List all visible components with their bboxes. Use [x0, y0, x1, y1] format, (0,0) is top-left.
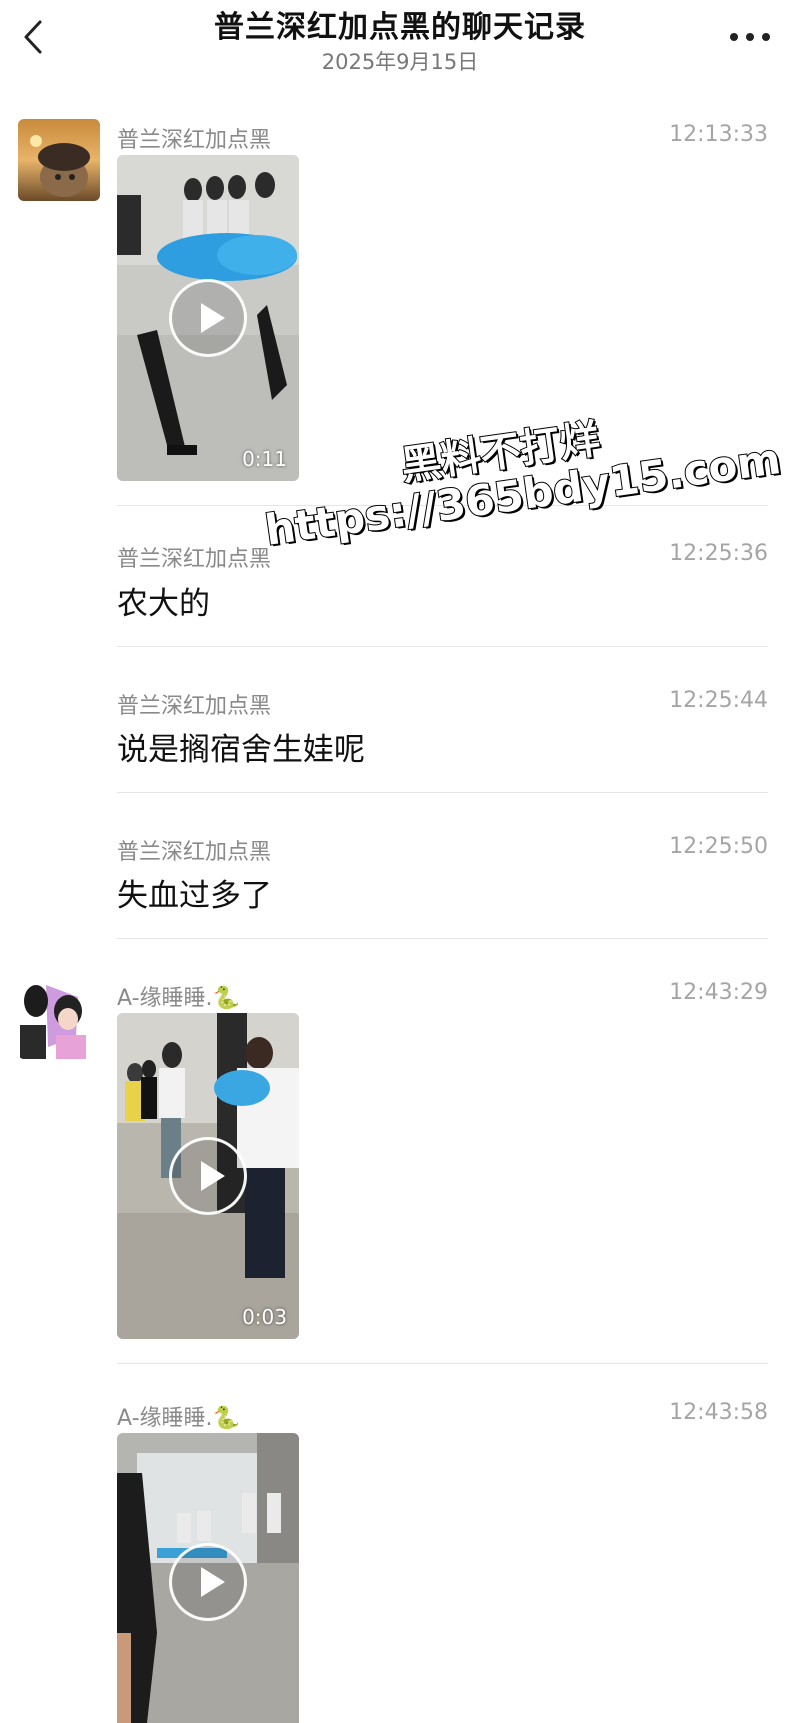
play-icon[interactable] — [169, 1137, 247, 1215]
page-title: 普兰深红加点黑的聊天记录 — [214, 10, 586, 45]
message-text: 农大的 — [117, 586, 210, 622]
divider — [117, 1363, 768, 1364]
avatar[interactable] — [18, 977, 100, 1059]
sender-name: 普兰深红加点黑 — [117, 128, 272, 153]
message-time: 12:43:29 — [669, 980, 768, 1005]
play-icon[interactable] — [169, 1543, 247, 1621]
divider — [117, 792, 768, 793]
play-icon[interactable] — [169, 279, 247, 357]
divider — [117, 646, 768, 647]
video-duration: 0:11 — [242, 447, 287, 471]
more-button[interactable] — [730, 22, 770, 52]
video-duration: 0:03 — [242, 1305, 287, 1329]
avatar[interactable] — [18, 119, 100, 201]
message-time: 12:43:58 — [669, 1400, 768, 1425]
sender-name: 普兰深红加点黑 — [117, 547, 272, 572]
sender-name: 普兰深红加点黑 — [117, 694, 272, 719]
sender-name: A-缘睡睡.🐍 — [117, 986, 240, 1011]
message-time: 12:25:44 — [669, 688, 768, 713]
sender-name: 普兰深红加点黑 — [117, 840, 272, 865]
divider — [117, 938, 768, 939]
video-message[interactable]: 0:03 — [117, 1013, 299, 1339]
message-text: 失血过多了 — [117, 878, 272, 914]
message-text: 说是搁宿舍生娃呢 — [117, 732, 365, 768]
video-message[interactable] — [117, 1433, 299, 1723]
more-dots-icon — [730, 33, 738, 41]
chat-history-header: 普兰深红加点黑的聊天记录 2025年9月15日 — [0, 0, 800, 90]
message-time: 12:13:33 — [669, 122, 768, 147]
chat-date: 2025年9月15日 — [321, 50, 479, 74]
sender-name: A-缘睡睡.🐍 — [117, 1406, 240, 1431]
video-message[interactable]: 0:11 — [117, 155, 299, 481]
message-time: 12:25:50 — [669, 834, 768, 859]
message-time: 12:25:36 — [669, 541, 768, 566]
